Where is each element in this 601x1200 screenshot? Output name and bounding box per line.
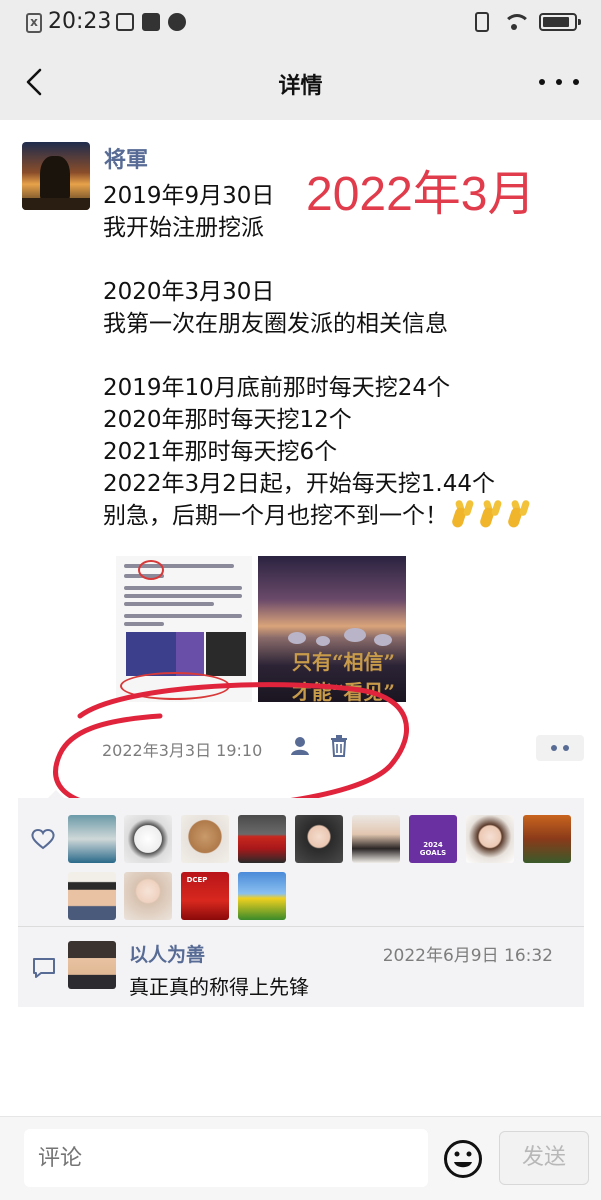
post-line: 我开始注册挖派 [103,215,264,241]
liker-avatar[interactable] [181,815,229,863]
like-comment-menu-button[interactable] [536,735,584,761]
vibrate-icon [475,12,489,32]
liker-avatar[interactable] [238,815,286,863]
smiley-icon[interactable] [443,1139,483,1179]
liker-avatar[interactable] [352,815,400,863]
post-body: 2019年9月30日 我开始注册挖派 2020年3月30日 我第一次在朋友圈发派… [103,180,583,532]
comment-timestamp: 2022年6月9日 16:32 [382,946,553,966]
mail-notification-icon [142,13,160,31]
status-time: 20:23 [48,9,112,34]
post-line: 2020年3月30日 [103,279,275,305]
liker-avatar[interactable] [238,872,286,920]
post-line: 2019年9月30日 [103,183,275,209]
post-line: 2022年3月2日起，开始每天挖1.44个 [103,471,496,497]
heart-outline-icon [31,829,55,850]
image-quote-line-1: 只有“相信” [292,650,396,674]
liker-avatar[interactable] [68,872,116,920]
page-title: 详情 [278,74,323,99]
liker-avatar-dcep[interactable]: DCEP [181,872,229,920]
comment-input-bar: 发送 [0,1116,601,1200]
wifi-icon [503,14,531,30]
post-author-name[interactable]: 将軍 [104,142,148,174]
trash-icon[interactable] [330,735,348,757]
more-dots-icon[interactable] [539,70,579,94]
post-line: 2021年那时每天挖6个 [103,439,338,465]
post-line: 我第一次在朋友圈发派的相关信息 [103,311,448,337]
commenter-name[interactable]: 以人为善 [129,940,205,967]
nav-bar: 详情 [0,46,601,120]
post-timestamp: 2022年3月3日 19:10 [102,741,263,760]
liker-avatar[interactable] [124,815,172,863]
liker-avatar[interactable] [523,815,571,863]
send-button[interactable]: 发送 [499,1131,589,1185]
comment-input[interactable] [24,1129,428,1187]
comment-bubble-icon [33,958,55,978]
liker-avatar[interactable] [68,815,116,863]
post-line: 2019年10月底前那时每天挖24个 [103,375,451,401]
post-line-last: 别急，后期一个月也挖不到一个！ [103,500,583,532]
notification-close-icon: x [26,13,42,33]
commenter-avatar[interactable] [68,941,116,989]
status-notification-icons [116,13,186,31]
author-avatar[interactable] [22,142,90,210]
liker-avatar[interactable] [124,872,172,920]
battery-icon [539,13,581,31]
status-system-icons [475,12,581,32]
gallery-notification-icon [116,13,134,31]
status-bar: x 20:23 [0,0,601,46]
liker-avatar-goals[interactable]: 2024 GOALS [409,815,457,863]
liker-avatar[interactable] [295,815,343,863]
liker-avatar[interactable] [466,815,514,863]
browser-notification-icon [168,13,186,31]
visibility-friends-icon[interactable] [290,736,312,756]
comment-text[interactable]: 真正真的称得上先锋 [129,971,309,1000]
post-line: 2020年那时每天挖12个 [103,407,352,433]
victory-hand-emoji [454,500,538,535]
